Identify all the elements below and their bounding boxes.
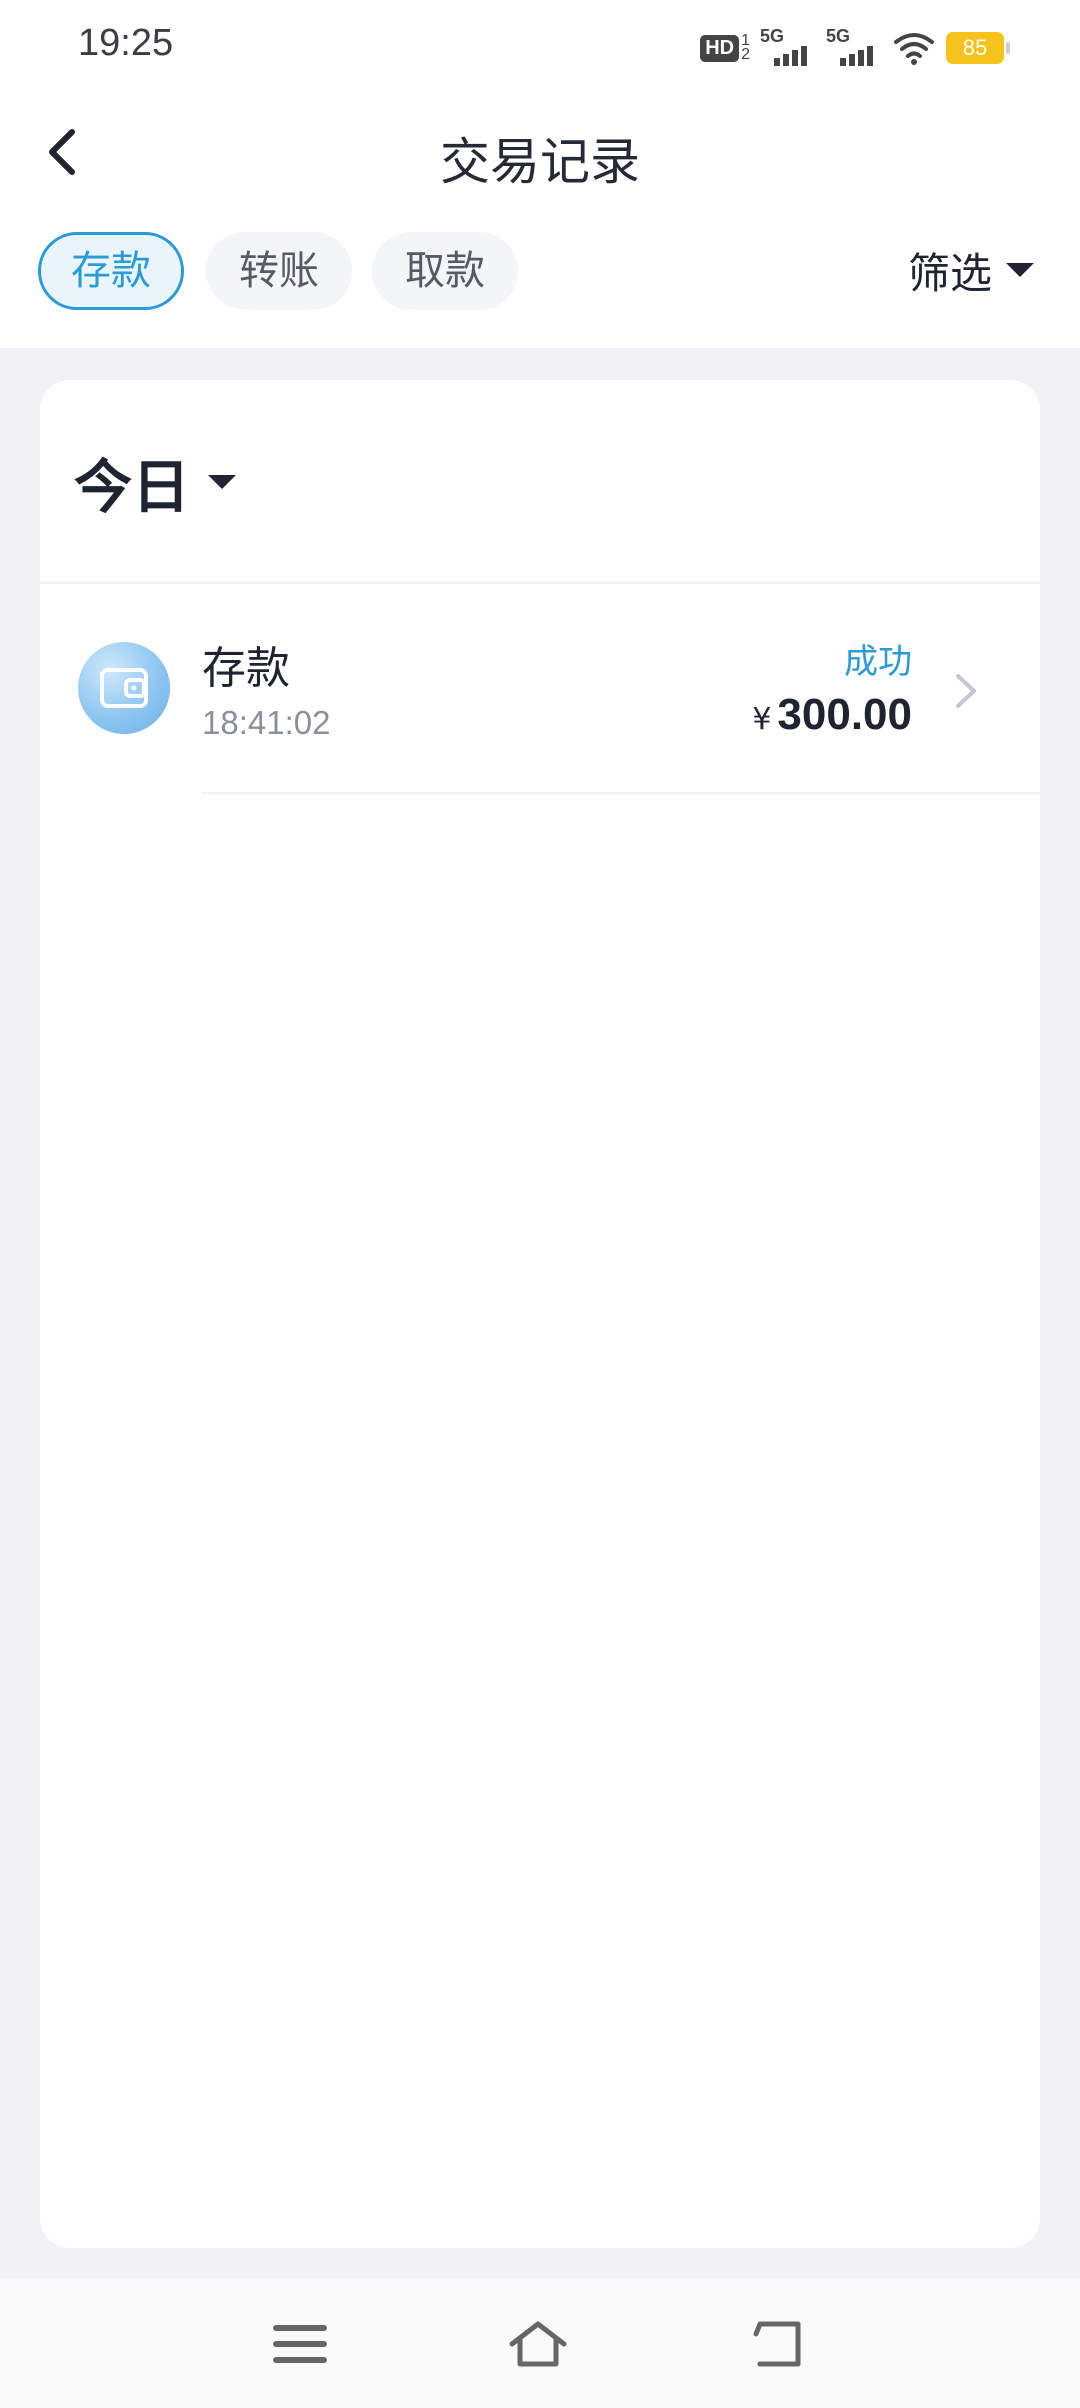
- transaction-row[interactable]: 存款 18:41:02 成功 ¥ 300.00: [40, 584, 1040, 794]
- tab-deposit[interactable]: 存款: [38, 232, 184, 310]
- signal-5g-icon-1: 5G: [760, 26, 816, 70]
- currency-symbol: ¥: [752, 702, 772, 737]
- chevron-right-icon: [956, 674, 976, 708]
- amount-value: 300.00: [777, 690, 912, 739]
- tab-transfer[interactable]: 转账: [206, 232, 352, 310]
- back-icon[interactable]: [752, 2316, 812, 2372]
- wallet-icon: [78, 642, 170, 734]
- transaction-type: 存款: [202, 643, 290, 694]
- hd-voice-icon: HD 12: [700, 33, 750, 63]
- wifi-icon: [894, 33, 934, 65]
- menu-icon[interactable]: [270, 2316, 330, 2372]
- app-header: 交易记录: [0, 96, 1080, 216]
- transaction-card: 今日 存款 18:41:02 成功 ¥ 300.00: [40, 380, 1040, 2248]
- caret-down-icon: [208, 475, 237, 489]
- system-nav-bar: [0, 2278, 1080, 2408]
- status-time: 19:25: [78, 22, 174, 64]
- row-divider: [202, 792, 1040, 794]
- filter-label: 筛选: [907, 248, 992, 298]
- page-title: 交易记录: [440, 133, 640, 191]
- status-bar: 19:25 HD 12 5G 5G 85: [0, 0, 1080, 96]
- caret-down-icon: [1006, 263, 1034, 277]
- tab-withdraw[interactable]: 取款: [372, 232, 518, 310]
- transaction-time: 18:41:02: [202, 704, 331, 741]
- content-area: 今日 存款 18:41:02 成功 ¥ 300.00: [0, 348, 1080, 2278]
- type-tabs: 存款 转账 取款 筛选: [0, 216, 1080, 348]
- status-icons: HD 12 5G 5G 85: [700, 26, 1010, 70]
- signal-5g-icon-2: 5G: [826, 26, 882, 70]
- filter-button[interactable]: 筛选: [908, 240, 1034, 300]
- status-badge: 成功: [844, 642, 912, 682]
- day-label: 今日: [74, 453, 191, 521]
- transaction-amount: ¥ 300.00: [752, 690, 912, 740]
- battery-icon: 85: [946, 32, 1010, 64]
- home-icon[interactable]: [508, 2316, 568, 2372]
- day-selector[interactable]: 今日: [74, 440, 237, 524]
